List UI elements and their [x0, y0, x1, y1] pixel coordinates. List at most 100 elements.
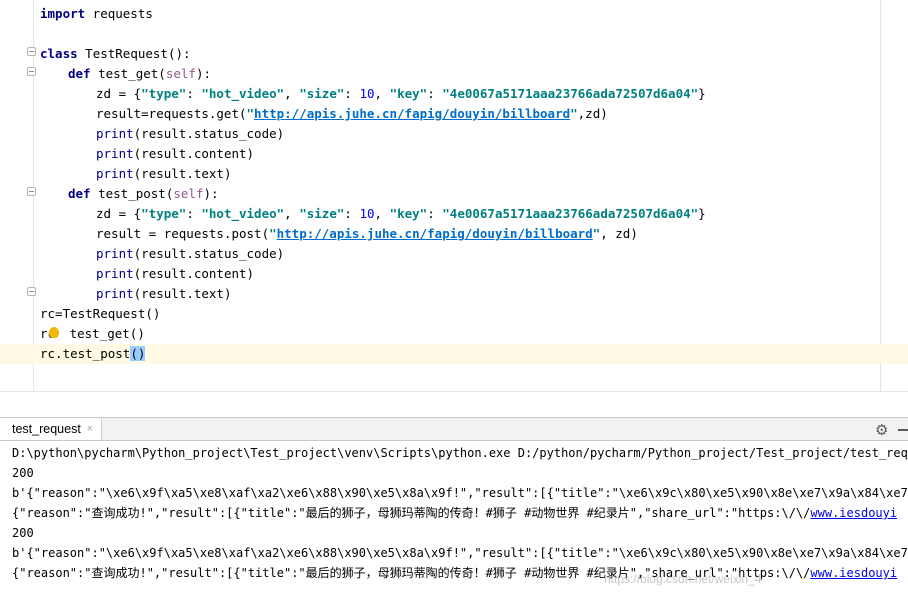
url-link[interactable]: http://apis.juhe.cn/fapig/douyin/billboa…: [254, 106, 570, 121]
code-text: :: [344, 206, 360, 221]
string-literal: "4e0067a5171aaa23766ada72507d6a04": [442, 206, 699, 221]
code-text: :: [186, 206, 202, 221]
run-tab-label: test_request: [12, 422, 81, 436]
class-name: TestRequest: [77, 46, 168, 61]
code-text: (result.status_code): [133, 246, 285, 261]
string-literal: "size": [299, 206, 345, 221]
code-text: ,: [284, 206, 300, 221]
code-text: , zd): [600, 226, 638, 241]
code-text: ,zd): [577, 106, 608, 121]
code-text: rc=TestRequest(): [40, 306, 161, 321]
console-link[interactable]: www.iesdouyi: [810, 506, 897, 520]
code-text: :: [186, 86, 202, 101]
code-text: zd = {: [96, 206, 142, 221]
console-line: b'{"reason":"\xe6\x9f\xa5\xe8\xaf\xa2\xe…: [12, 546, 908, 560]
string-literal: "hot_video": [201, 86, 285, 101]
code-text: rc.test_post: [40, 346, 131, 361]
code-text: ,: [374, 206, 390, 221]
console-line: {"reason":"查询成功!","result":[{"title":"最后…: [12, 503, 897, 523]
string-literal: "key": [389, 86, 428, 101]
string-literal: "4e0067a5171aaa23766ada72507d6a04": [442, 86, 699, 101]
code-line[interactable]: print(result.text): [0, 164, 908, 184]
pane-splitter[interactable]: [0, 391, 908, 418]
current-code-line[interactable]: rc.test_post(): [0, 344, 908, 364]
code-line[interactable]: import requests: [0, 4, 908, 24]
string-literal: ": [570, 106, 578, 121]
code-text: result = requests.post(: [96, 226, 270, 241]
console-line: b'{"reason":"\xe6\x9f\xa5\xe8\xaf\xa2\xe…: [12, 486, 908, 500]
code-text: ,: [284, 86, 300, 101]
code-text: (result.text): [133, 286, 232, 301]
self-param: self: [165, 66, 196, 81]
code-text: :: [427, 86, 443, 101]
run-console[interactable]: D:\python\pycharm\Python_project\Test_pr…: [0, 441, 908, 600]
code-text: }: [698, 86, 706, 101]
watermark: https://blog.csdn.net/weixin_4: [604, 572, 762, 586]
code-text: (result.content): [133, 146, 255, 161]
code-text: (result.content): [133, 266, 255, 281]
brace-match-highlight: (): [130, 346, 146, 361]
console-text: {"reason":"查询成功!","result":[{"title":"最后…: [12, 506, 811, 520]
minimize-icon[interactable]: [898, 429, 908, 431]
code-text: ():: [167, 46, 191, 61]
gear-icon[interactable]: ⚙: [875, 421, 888, 439]
string-literal: "type": [141, 206, 187, 221]
console-line: 200: [12, 526, 34, 540]
function-name: test_post(: [90, 186, 174, 201]
self-param: self: [173, 186, 204, 201]
number-literal: 10: [359, 206, 375, 221]
function-name: test_get(: [90, 66, 166, 81]
code-text: :: [427, 206, 443, 221]
builtin-function: print: [96, 266, 134, 281]
code-line[interactable]: print(result.status_code): [0, 244, 908, 264]
code-text: test_get(): [62, 326, 145, 341]
code-text: }: [698, 206, 706, 221]
code-text: ,: [374, 86, 390, 101]
console-line: {"reason":"查询成功!","result":[{"title":"最后…: [12, 563, 897, 583]
keyword: class: [40, 46, 78, 61]
code-text: zd = {: [96, 86, 142, 101]
code-line[interactable]: print(result.content): [0, 264, 908, 284]
url-link[interactable]: http://apis.juhe.cn/fapig/douyin/billboa…: [277, 226, 593, 241]
builtin-function: print: [96, 126, 134, 141]
code-line[interactable]: print(result.status_code): [0, 124, 908, 144]
console-link[interactable]: www.iesdouyi: [810, 566, 897, 580]
code-editor[interactable]: import requests class TestRequest(): def…: [0, 0, 908, 391]
code-line[interactable]: zd = {"type": "hot_video", "size": 10, "…: [0, 84, 908, 104]
code-line[interactable]: print(result.content): [0, 144, 908, 164]
string-literal: ": [269, 226, 277, 241]
keyword: import: [40, 6, 86, 21]
code-line[interactable]: print(result.text): [0, 284, 908, 304]
string-literal: "type": [141, 86, 187, 101]
close-icon[interactable]: ×: [87, 423, 93, 435]
code-text: :: [344, 86, 360, 101]
code-line[interactable]: rc test_get(): [0, 324, 908, 344]
builtin-function: print: [96, 286, 134, 301]
builtin-function: print: [96, 246, 134, 261]
lightbulb-icon[interactable]: [49, 327, 59, 338]
code-line[interactable]: rc=TestRequest(): [0, 304, 908, 324]
code-line[interactable]: result = requests.post("http://apis.juhe…: [0, 224, 908, 244]
run-tab[interactable]: test_request ×: [0, 418, 103, 440]
builtin-function: print: [96, 166, 134, 181]
code-text: requests: [85, 6, 153, 21]
code-line[interactable]: zd = {"type": "hot_video", "size": 10, "…: [0, 204, 908, 224]
keyword: def: [68, 186, 91, 201]
code-text: ):: [195, 66, 212, 81]
code-line[interactable]: def test_post(self):: [0, 184, 908, 204]
code-line[interactable]: def test_get(self):: [0, 64, 908, 84]
code-text: ):: [203, 186, 219, 201]
keyword: def: [68, 66, 91, 81]
string-literal: "key": [389, 206, 428, 221]
code-text: (result.status_code): [133, 126, 285, 141]
code-line[interactable]: class TestRequest():: [0, 44, 908, 64]
string-literal: ": [246, 106, 255, 121]
string-literal: "hot_video": [201, 206, 285, 221]
code-line[interactable]: result=requests.get("http://apis.juhe.cn…: [0, 104, 908, 124]
builtin-function: print: [96, 146, 134, 161]
code-text: (result.text): [133, 166, 232, 181]
code-text: result=requests.get(: [96, 106, 247, 121]
string-literal: "size": [299, 86, 345, 101]
run-toolbar: test_request × ⚙: [0, 417, 908, 441]
console-line: D:\python\pycharm\Python_project\Test_pr…: [12, 446, 908, 460]
